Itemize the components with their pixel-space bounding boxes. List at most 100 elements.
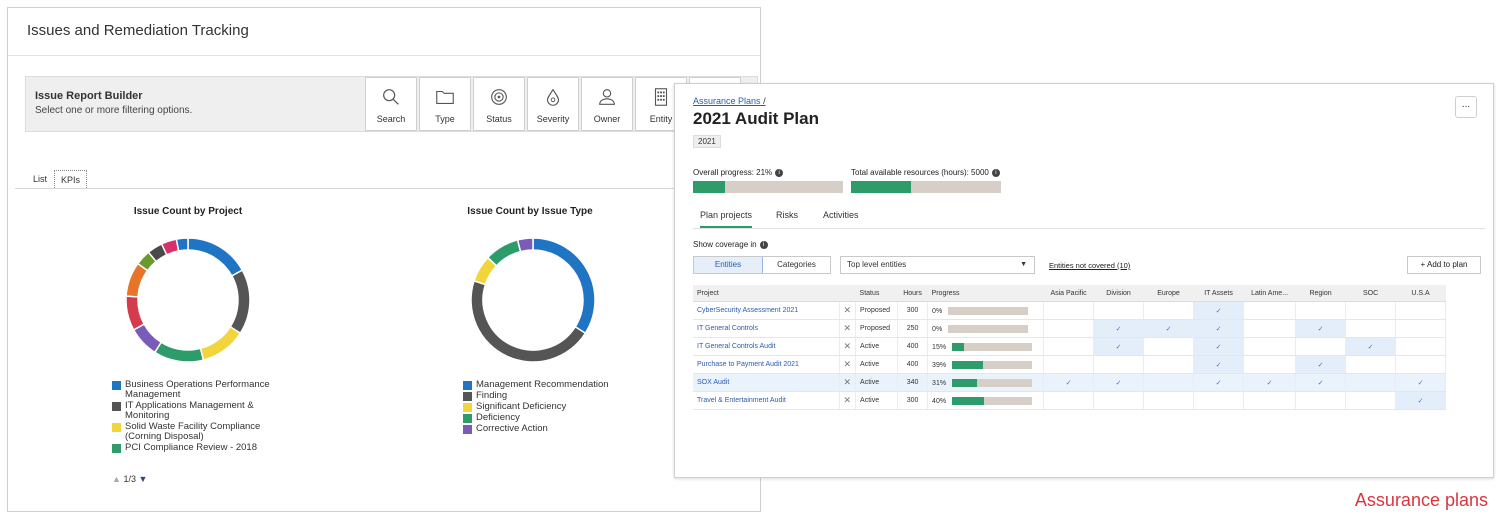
project-link[interactable]: IT General Controls bbox=[693, 319, 840, 338]
table-row[interactable]: SOX Audit ✕ Active 340 31% ✓ ✓ ✓ ✓ ✓ ✓ bbox=[693, 373, 1447, 392]
remove-icon[interactable]: ✕ bbox=[839, 355, 857, 374]
severity-filter-button[interactable]: Severity bbox=[527, 77, 579, 131]
coverage-cell[interactable] bbox=[1043, 391, 1095, 410]
coverage-cell[interactable] bbox=[1295, 301, 1347, 320]
tab-kpis[interactable]: KPIs bbox=[54, 170, 88, 188]
coverage-cell[interactable] bbox=[1345, 355, 1397, 374]
col-header-asia-pacific[interactable]: Asia Pacific bbox=[1043, 285, 1094, 302]
owner-filter-button[interactable]: Owner bbox=[581, 77, 633, 131]
coverage-cell[interactable] bbox=[1295, 337, 1347, 356]
coverage-cell[interactable]: ✓ bbox=[1093, 373, 1145, 392]
col-header-soc[interactable]: SOC bbox=[1345, 285, 1396, 302]
coverage-cell[interactable]: ✓ bbox=[1193, 373, 1245, 392]
col-header-status[interactable]: Status bbox=[855, 285, 898, 302]
coverage-cell[interactable] bbox=[1143, 301, 1195, 320]
table-row[interactable]: IT General Controls ✕ Proposed 250 0% ✓ ✓ ✓ ✓ bbox=[693, 319, 1447, 338]
table-row[interactable]: Travel & Entertainment Audit ✕ Active 300 40… bbox=[693, 391, 1447, 410]
coverage-cell[interactable]: ✓ bbox=[1143, 319, 1195, 338]
coverage-cell[interactable] bbox=[1193, 391, 1245, 410]
coverage-cell[interactable] bbox=[1143, 391, 1195, 410]
project-link[interactable]: CyberSecurity Assessment 2021 bbox=[693, 301, 840, 320]
coverage-cell[interactable] bbox=[1395, 319, 1447, 338]
categories-toggle[interactable]: Categories bbox=[763, 257, 830, 273]
table-row[interactable]: IT General Controls Audit ✕ Active 400 15% ✓ ✓… bbox=[693, 337, 1447, 356]
col-header-region[interactable]: Region bbox=[1295, 285, 1346, 302]
col-header-progress[interactable]: Progress bbox=[927, 285, 1044, 302]
entities-not-covered-link[interactable]: Entities not covered (10) bbox=[1049, 261, 1130, 270]
coverage-cell[interactable]: ✓ bbox=[1093, 337, 1145, 356]
remove-icon[interactable]: ✕ bbox=[839, 301, 857, 320]
coverage-cell[interactable] bbox=[1043, 319, 1095, 338]
coverage-cell[interactable]: ✓ bbox=[1243, 373, 1297, 392]
table-row[interactable]: CyberSecurity Assessment 2021 ✕ Proposed 30… bbox=[693, 301, 1447, 320]
donut-slice[interactable] bbox=[516, 237, 534, 253]
col-header-latin-america[interactable]: Latin Ame... bbox=[1243, 285, 1296, 302]
coverage-cell[interactable]: ✓ bbox=[1295, 373, 1347, 392]
coverage-cell[interactable] bbox=[1043, 301, 1095, 320]
coverage-cell[interactable] bbox=[1143, 337, 1195, 356]
coverage-cell[interactable]: ✓ bbox=[1193, 319, 1245, 338]
coverage-cell[interactable] bbox=[1243, 337, 1297, 356]
tab-risks[interactable]: Risks bbox=[776, 210, 798, 220]
donut-slice[interactable] bbox=[175, 237, 189, 252]
coverage-cell[interactable] bbox=[1345, 373, 1397, 392]
coverage-cell[interactable] bbox=[1395, 337, 1447, 356]
coverage-cell[interactable] bbox=[1143, 373, 1195, 392]
coverage-cell[interactable]: ✓ bbox=[1193, 337, 1245, 356]
coverage-cell[interactable]: ✓ bbox=[1193, 355, 1245, 374]
project-link[interactable]: Purchase to Payment Audit 2021 bbox=[693, 355, 840, 374]
coverage-cell[interactable] bbox=[1093, 301, 1145, 320]
coverage-cell[interactable]: ✓ bbox=[1395, 373, 1447, 392]
project-link[interactable]: SOX Audit bbox=[693, 373, 840, 392]
info-icon[interactable]: i bbox=[991, 168, 1000, 177]
pager-down-icon[interactable]: ▼ bbox=[138, 474, 147, 484]
coverage-cell[interactable]: ✓ bbox=[1093, 319, 1145, 338]
coverage-cell[interactable] bbox=[1243, 355, 1297, 374]
coverage-cell[interactable] bbox=[1043, 337, 1095, 356]
info-icon[interactable]: i bbox=[759, 240, 768, 249]
coverage-cell[interactable]: ✓ bbox=[1295, 319, 1347, 338]
donut-slice[interactable] bbox=[486, 239, 522, 267]
coverage-cell[interactable] bbox=[1043, 355, 1095, 374]
coverage-cell[interactable] bbox=[1345, 301, 1397, 320]
col-header-europe[interactable]: Europe bbox=[1143, 285, 1194, 302]
tab-plan-projects[interactable]: Plan projects bbox=[700, 210, 753, 228]
table-row[interactable]: Purchase to Payment Audit 2021 ✕ Active 400… bbox=[693, 355, 1447, 374]
col-header-usa[interactable]: U.S.A bbox=[1395, 285, 1446, 302]
tab-list[interactable]: List bbox=[27, 170, 53, 188]
coverage-cell[interactable]: ✓ bbox=[1295, 355, 1347, 374]
donut-slice[interactable] bbox=[199, 325, 242, 361]
donut-slice[interactable] bbox=[125, 295, 146, 331]
type-filter-button[interactable]: Type bbox=[419, 77, 471, 131]
more-options-button[interactable]: ... bbox=[1455, 96, 1477, 118]
project-link[interactable]: Travel & Entertainment Audit bbox=[693, 391, 840, 410]
remove-icon[interactable]: ✕ bbox=[839, 337, 857, 356]
coverage-cell[interactable] bbox=[1143, 355, 1195, 374]
coverage-cell[interactable] bbox=[1093, 391, 1145, 410]
coverage-cell[interactable] bbox=[1295, 391, 1347, 410]
info-icon[interactable]: i bbox=[775, 168, 784, 177]
donut-slice[interactable] bbox=[470, 279, 587, 363]
remove-icon[interactable]: ✕ bbox=[839, 391, 857, 410]
status-filter-button[interactable]: Status bbox=[473, 77, 525, 131]
donut-slice[interactable] bbox=[532, 237, 596, 335]
coverage-cell[interactable]: ✓ bbox=[1395, 391, 1447, 410]
coverage-cell[interactable] bbox=[1395, 301, 1447, 320]
coverage-cell[interactable] bbox=[1243, 319, 1297, 338]
coverage-cell[interactable]: ✓ bbox=[1193, 301, 1245, 320]
col-header-division[interactable]: Division bbox=[1093, 285, 1144, 302]
remove-icon[interactable]: ✕ bbox=[839, 373, 857, 392]
entities-toggle[interactable]: Entities bbox=[694, 257, 763, 273]
breadcrumb-link[interactable]: Assurance Plans bbox=[693, 96, 761, 106]
add-to-plan-button[interactable]: + Add to plan bbox=[1407, 256, 1481, 274]
coverage-cell[interactable] bbox=[1093, 355, 1145, 374]
col-header-hours[interactable]: Hours bbox=[897, 285, 928, 302]
donut-slice[interactable] bbox=[153, 341, 205, 363]
coverage-cell[interactable] bbox=[1395, 355, 1447, 374]
donut-slice[interactable] bbox=[187, 237, 244, 277]
coverage-cell[interactable] bbox=[1243, 301, 1297, 320]
pager-up-icon[interactable]: ▲ bbox=[112, 474, 121, 484]
coverage-cell[interactable]: ✓ bbox=[1043, 373, 1095, 392]
tab-activities[interactable]: Activities bbox=[823, 210, 859, 220]
remove-icon[interactable]: ✕ bbox=[839, 319, 857, 338]
